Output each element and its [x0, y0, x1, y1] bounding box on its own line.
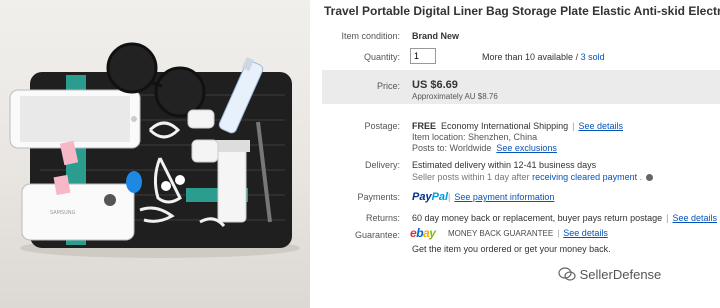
returns-label: Returns: [365, 213, 400, 223]
guarantee-label: Guarantee: [354, 230, 400, 240]
postage-label: Postage: [364, 121, 400, 131]
price-value: US $6.69 [412, 79, 458, 91]
sold-link[interactable]: 3 sold [581, 52, 605, 62]
paypal-pay: Pay [412, 191, 432, 203]
postage-service: Economy International Shipping [441, 121, 569, 131]
returns-details-link[interactable]: See details [673, 213, 718, 223]
charger [126, 171, 142, 193]
delivery-label: Delivery: [364, 160, 400, 170]
dispatch-line: Seller posts within 1 day after receivin… [412, 172, 654, 182]
money-back-guarantee: MONEY BACK GUARANTEE | See details [448, 228, 608, 238]
quantity-availability: More than 10 available / 3 sold [482, 52, 605, 62]
watermark-text: SellerDefense [579, 267, 662, 282]
returns-text: 60 day money back or replacement, buyer … [412, 213, 663, 223]
wechat-icon [558, 267, 576, 281]
guarantee-text: Get the item you ordered or get your mon… [412, 244, 611, 254]
product-image[interactable]: SAMSUNG [0, 0, 310, 308]
cleared-payment-link[interactable]: receiving cleared payment [532, 172, 637, 182]
mbg-badge: MONEY BACK GUARANTEE [448, 229, 554, 238]
paypal-logo: PayPal [412, 191, 448, 203]
postage-line: FREE Economy International Shipping | See … [412, 121, 623, 131]
available-text: More than 10 available [482, 52, 574, 62]
watermark: SellerDefense [558, 267, 661, 282]
price-approx: Approximately AU $8.76 [412, 92, 498, 101]
delivery-estimate: Estimated delivery within 12-41 business… [412, 160, 597, 170]
clock-icon [646, 174, 654, 182]
payments-label: Payments: [357, 192, 400, 202]
listing-title: Travel Portable Digital Liner Bag Storag… [324, 4, 720, 18]
exclusions-link[interactable]: See exclusions [496, 143, 557, 153]
smartphone-bottom [21, 183, 135, 241]
quantity-label: Quantity: [363, 52, 400, 62]
guarantee-details-link[interactable]: See details [563, 228, 608, 238]
posts-to: Posts to: Worldwide [412, 143, 492, 153]
posts-to-line: Posts to: Worldwide See exclusions [412, 143, 557, 153]
dispatch-text: Seller posts within 1 day after [412, 172, 530, 182]
condition-value: Brand New [412, 31, 460, 41]
returns-line: 60 day money back or replacement, buyer … [412, 213, 718, 223]
item-location: Item location: Shenzhen, China [412, 132, 538, 142]
payment-info-link[interactable]: See payment information [454, 192, 554, 202]
svg-text:SAMSUNG: SAMSUNG [50, 210, 76, 216]
ebay-logo: ebay [410, 226, 436, 240]
product-illustration: SAMSUNG [9, 42, 300, 258]
postage-free: FREE [412, 121, 437, 131]
postage-details-link[interactable]: See details [578, 121, 623, 131]
quantity-input[interactable] [410, 48, 436, 64]
condition-label: Item condition: [341, 31, 400, 41]
sunglasses [106, 42, 158, 94]
payment-info-line: | See payment information [448, 192, 555, 202]
price-label: Price: [376, 81, 400, 91]
white-container [217, 147, 247, 223]
